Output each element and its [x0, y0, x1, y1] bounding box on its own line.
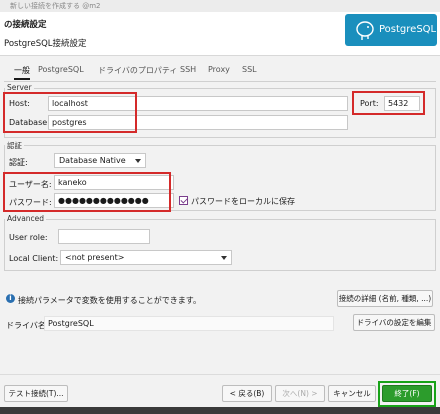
tab-driver-properties[interactable]: ドライバのプロパティ [98, 65, 177, 76]
window-titlebar: 新しい接続を作成する @m2 [0, 0, 440, 12]
save-password-checkbox[interactable] [179, 196, 188, 205]
auth-method-value: Database Native [59, 156, 126, 165]
next-button[interactable]: 次へ(N) > [275, 385, 325, 402]
local-client-label: Local Client: [9, 254, 59, 263]
local-client-select[interactable]: <not present> [60, 250, 232, 265]
auth-method-select[interactable]: Database Native [54, 153, 146, 168]
driver-name-field: PostgreSQL [44, 316, 334, 331]
info-icon: i [6, 294, 15, 303]
tab-ssh[interactable]: SSH [180, 65, 196, 74]
postgresql-logo: PostgreSQL [345, 14, 437, 46]
local-client-value: <not present> [65, 253, 125, 262]
tab-ssl[interactable]: SSL [242, 65, 257, 74]
server-legend: Server [5, 83, 34, 92]
highlight-host-database [3, 92, 137, 133]
highlight-port [352, 91, 425, 115]
variables-info-text: 接続パラメータで変数を使用することができます。 [18, 296, 201, 305]
back-button[interactable]: < 戻る(B) [222, 385, 272, 402]
tab-postgresql[interactable]: PostgreSQL [38, 65, 84, 74]
driver-name-label: ドライバ名: [6, 321, 49, 330]
dialog-title: の接続設定 [4, 20, 47, 30]
dialog-header: の接続設定 PostgreSQL接続設定 PostgreSQL [0, 12, 440, 56]
test-connection-button[interactable]: テスト接続(T)... [4, 385, 68, 402]
tab-divider [4, 81, 436, 82]
save-password-label[interactable]: パスワードをローカルに保存 [191, 196, 295, 207]
auth-legend: 認証 [5, 140, 24, 151]
window-title: 新しい接続を作成する @m2 [10, 2, 101, 10]
dialog-subtitle: PostgreSQL接続設定 [4, 39, 87, 49]
auth-method-label: 認証: [9, 158, 28, 167]
logo-text: PostgreSQL [379, 24, 437, 35]
cancel-button[interactable]: キャンセル [328, 385, 376, 402]
taskbar-strip [0, 407, 440, 414]
highlight-finish [378, 381, 436, 407]
user-role-input[interactable] [58, 229, 150, 244]
chevron-down-icon [221, 256, 227, 260]
advanced-legend: Advanced [5, 214, 47, 223]
edit-driver-settings-button[interactable]: ドライバの設定を編集 [353, 314, 435, 331]
tab-general[interactable]: 一般 [14, 65, 30, 80]
elephant-icon [356, 21, 374, 40]
chevron-down-icon [135, 159, 141, 163]
user-role-label: User role: [9, 233, 48, 242]
tab-proxy[interactable]: Proxy [208, 65, 230, 74]
connection-details-button[interactable]: 接続の詳細 (名前, 種類, ...) [337, 290, 433, 307]
highlight-credentials [3, 172, 171, 212]
